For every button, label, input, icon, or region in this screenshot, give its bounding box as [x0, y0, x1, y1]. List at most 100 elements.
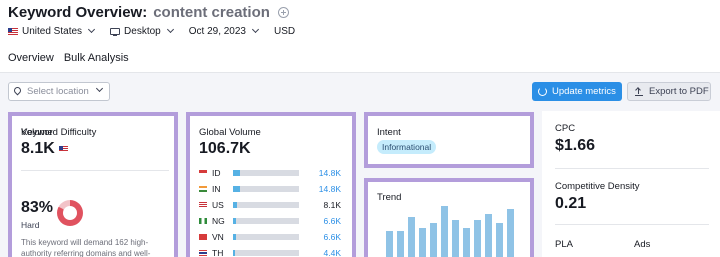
volume-value: 8.1K	[21, 140, 55, 157]
competitive-density-value: 0.21	[555, 195, 587, 212]
update-metrics-label: Update metrics	[552, 86, 616, 97]
volume-bar-track	[233, 186, 299, 192]
global-volume-card: Global Volume 106.7K ID 14.8K IN 14.8K US 8.1…	[186, 112, 356, 257]
cpc-label: CPC	[555, 123, 576, 134]
country-code: ID	[212, 168, 221, 178]
export-icon	[635, 87, 643, 96]
cpc-card: CPC $1.66 Competitive Density 0.21 PLA A…	[542, 111, 720, 257]
country-code: IN	[212, 184, 221, 194]
location-select[interactable]: Select location	[8, 82, 110, 101]
export-pdf-button[interactable]: Export to PDF	[627, 82, 711, 101]
country-volume[interactable]: 6.6K	[324, 216, 342, 226]
country-volume: 8.1K	[323, 200, 342, 210]
refresh-icon	[538, 87, 547, 96]
cpc-value: $1.66	[555, 137, 596, 154]
chevron-down-icon	[166, 25, 174, 34]
us-flag-icon	[8, 27, 18, 35]
country-code: VN	[212, 232, 224, 242]
country-volume-row: ID 14.8K	[199, 165, 345, 181]
country-volume-list: ID 14.8K IN 14.8K US 8.1K NG 6.6K VN 6.6K TH 4.4K	[199, 165, 345, 257]
card-divider	[555, 224, 709, 225]
trend-bar	[408, 217, 415, 257]
location-placeholder: Select location	[27, 86, 89, 97]
page-title: Keyword Overview:	[8, 3, 148, 21]
country-volume[interactable]: 4.4K	[324, 248, 342, 257]
competitive-density-label: Competitive Density	[555, 181, 640, 192]
volume-bar-fill	[233, 218, 236, 224]
intent-badge: Informational	[377, 140, 437, 154]
chevron-down-icon	[251, 25, 260, 34]
country-volume-row: VN 6.6K	[199, 229, 345, 245]
trend-bar	[474, 220, 481, 257]
country-code: NG	[212, 216, 225, 226]
volume-bar-track	[233, 202, 299, 208]
header-area: Keyword Overview: content creation Unite…	[0, 0, 720, 74]
kd-donut-hole	[63, 206, 77, 220]
page-title-row: Keyword Overview: content creation	[8, 2, 289, 22]
global-volume-value: 106.7K	[199, 140, 251, 157]
card-divider	[21, 170, 169, 171]
th-flag-icon	[199, 250, 207, 256]
trend-bar	[430, 223, 437, 257]
volume-bar-fill	[233, 234, 236, 240]
chevron-down-icon	[95, 84, 104, 93]
volume-bar-track	[233, 234, 299, 240]
country-value: United States	[22, 25, 83, 37]
us-flag-icon	[199, 202, 207, 208]
country-code: US	[212, 200, 224, 210]
add-keyword-icon[interactable]	[277, 6, 289, 18]
desktop-icon	[110, 27, 121, 36]
volume-bar-fill	[233, 202, 237, 208]
country-volume-row: NG 6.6K	[199, 213, 345, 229]
card-divider	[555, 168, 709, 169]
country-code: TH	[212, 248, 224, 257]
volume-bar-fill	[233, 170, 240, 176]
kd-label: Keyword Difficulty	[21, 127, 97, 138]
trend-bar	[397, 231, 404, 257]
kd-donut-chart	[57, 200, 83, 226]
date-value: Oct 29, 2023	[188, 25, 246, 37]
id-flag-icon	[199, 170, 207, 176]
currency-value: USD	[274, 25, 296, 37]
country-volume[interactable]: 6.6K	[324, 232, 342, 242]
trend-chart	[386, 206, 516, 257]
country-volume[interactable]: 14.8K	[319, 168, 341, 178]
trend-bar	[485, 214, 492, 257]
location-pin-icon	[14, 87, 21, 96]
chevron-down-icon	[88, 25, 96, 34]
volume-bar-fill	[233, 186, 240, 192]
country-volume[interactable]: 14.8K	[319, 184, 341, 194]
trend-bar	[386, 231, 393, 257]
device-dropdown[interactable]: Desktop	[110, 25, 174, 37]
intent-label: Intent	[377, 127, 401, 138]
vn-flag-icon	[199, 234, 207, 240]
in-flag-icon	[199, 186, 207, 192]
volume-bar-track	[233, 218, 299, 224]
country-volume-row: IN 14.8K	[199, 181, 345, 197]
country-volume-row: US 8.1K	[199, 197, 345, 213]
volume-bar-fill	[233, 250, 235, 256]
date-dropdown[interactable]: Oct 29, 2023	[188, 25, 260, 37]
device-value: Desktop	[124, 25, 161, 37]
trend-bar	[441, 206, 448, 257]
update-metrics-button[interactable]: Update metrics	[532, 82, 622, 101]
pla-label: PLA	[555, 239, 573, 250]
filters-bar: United States Desktop Oct 29, 2023 USD	[8, 23, 311, 39]
kd-value: 83%	[21, 199, 54, 216]
keyword-title: content creation	[153, 3, 270, 21]
us-flag-icon	[58, 146, 68, 152]
tab-bulk-analysis[interactable]: Bulk Analysis	[64, 52, 129, 74]
ng-flag-icon	[199, 218, 207, 224]
tab-overview[interactable]: Overview	[8, 52, 54, 74]
volume-card: Volume 8.1K Keyword Difficulty 83% Hard …	[8, 112, 178, 257]
volume-bar-track	[233, 170, 299, 176]
kd-note: This keyword will demand 162 high-author…	[21, 238, 151, 257]
trend-bar	[507, 209, 514, 257]
volume-value-row: 8.1K	[21, 140, 68, 158]
global-volume-label: Global Volume	[199, 127, 261, 138]
trend-card: Trend	[364, 178, 534, 257]
country-dropdown[interactable]: United States	[8, 25, 96, 37]
trend-bar	[496, 223, 503, 257]
trend-bar	[419, 228, 426, 257]
intent-card: Intent Informational	[364, 112, 534, 168]
